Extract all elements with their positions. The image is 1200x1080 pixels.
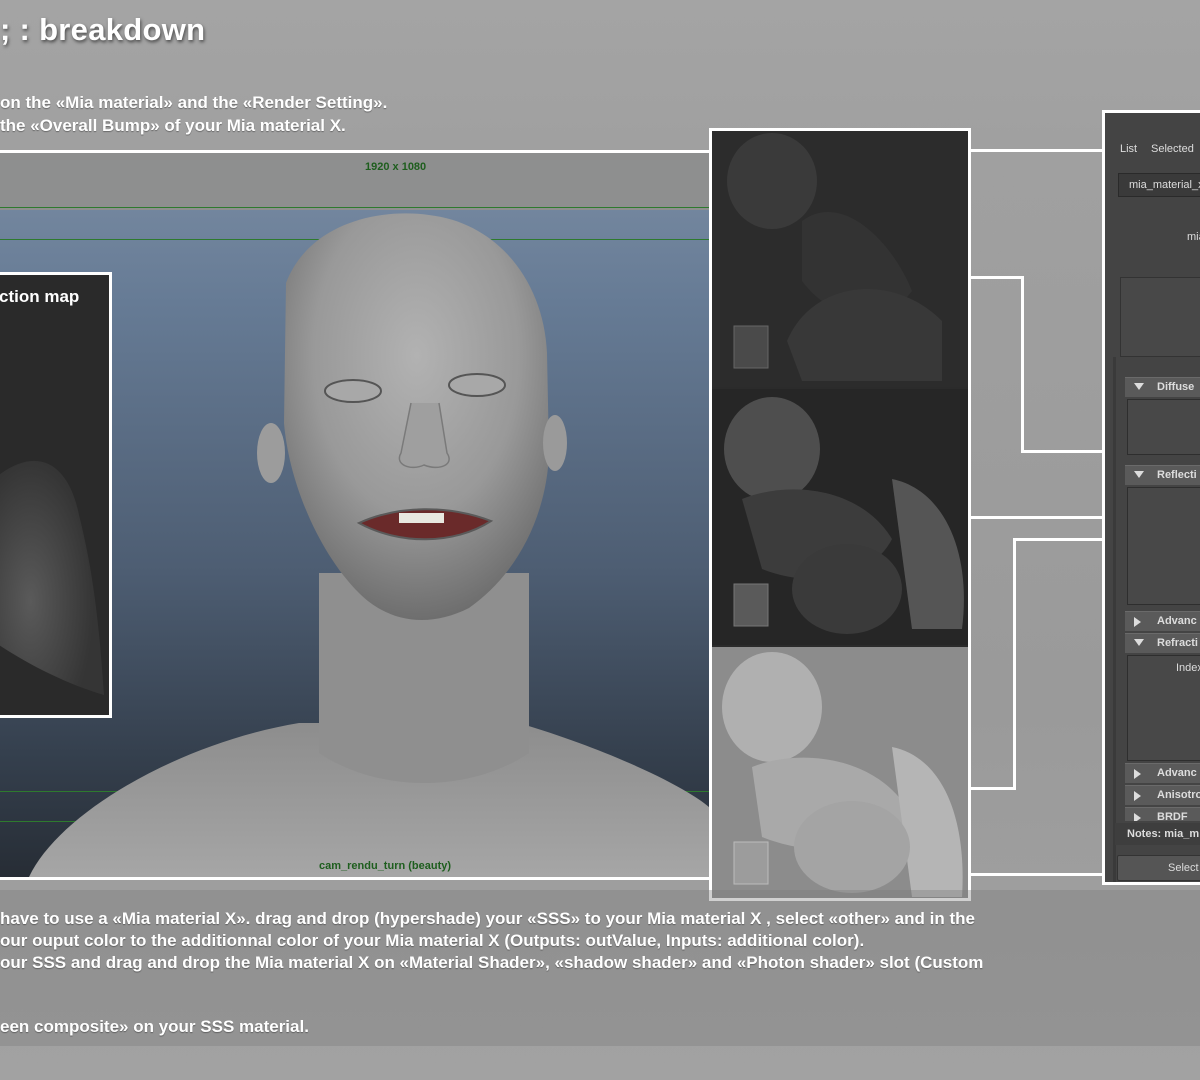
chevron-right-icon (1134, 769, 1141, 779)
scroll-track[interactable] (1113, 357, 1116, 882)
section-label: Diffuse (1157, 381, 1195, 393)
node-name-field[interactable]: mia_material_x (1118, 173, 1200, 197)
select-button[interactable]: Select (1117, 855, 1200, 881)
bottom-text-line-2: our ouput color to the additionnal color… (0, 931, 865, 950)
section-label: Advanc (1157, 615, 1197, 627)
swatch-area (1120, 277, 1200, 357)
notes-bar: Notes: mia_m (1115, 823, 1200, 845)
connector-line (1021, 276, 1024, 453)
reflection-map (712, 389, 968, 645)
bump-map (712, 647, 968, 898)
section-advanced[interactable]: Advanc (1125, 611, 1200, 631)
bottom-text-line-1: have to use a «Mia material X». drag and… (0, 909, 975, 928)
connector-line (971, 149, 1104, 152)
page-title: ; : breakdown (0, 12, 206, 47)
notes-label: Notes: mia_m (1127, 828, 1200, 840)
connector-line (971, 516, 1104, 519)
connector-line (971, 787, 1016, 790)
chevron-down-icon (1134, 383, 1144, 390)
camera-label: cam_rendu_turn (beauty) (319, 860, 452, 872)
chevron-right-icon (1134, 617, 1141, 627)
section-label: Anisotro (1157, 789, 1200, 801)
intro-line-1: on the «Mia material» and the «Render Se… (0, 93, 388, 112)
bottom-text-line-4: een composite» on your SSS material. (0, 1017, 309, 1036)
translucency-texture (0, 460, 104, 695)
section-content (1127, 399, 1200, 455)
section-label: BRDF (1157, 811, 1188, 821)
section-refraction[interactable]: Refracti (1125, 633, 1200, 653)
section-content: G (1127, 487, 1200, 605)
section-label: Reflecti (1157, 469, 1197, 481)
select-button-label: Select (1168, 862, 1199, 874)
translucency-map-panel: ction map (0, 272, 112, 718)
tab-selected[interactable]: Selected (1151, 143, 1194, 155)
connector-line (971, 276, 1024, 279)
section-anisotropy[interactable]: Anisotro (1125, 785, 1200, 805)
section-reflection[interactable]: Reflecti (1125, 465, 1200, 485)
tab-list[interactable]: List (1120, 143, 1137, 155)
connector-line (1021, 450, 1104, 453)
bottom-text-line-3: our SSS and drag and drop the Mia materi… (0, 953, 984, 972)
section-label: Advanc (1157, 767, 1197, 779)
intro-line-2: the «Overall Bump» of your Mia material … (0, 116, 346, 135)
chevron-down-icon (1134, 639, 1144, 646)
node-type-label: mia (1187, 231, 1200, 243)
chevron-right-icon (1134, 813, 1141, 821)
attribute-label: Index (1176, 662, 1200, 674)
chevron-right-icon (1134, 791, 1141, 801)
section-content: Index G (1127, 655, 1200, 761)
connector-line (971, 873, 1104, 876)
attribute-editor: List Selected mia_material_x mia Diffuse… (1102, 110, 1200, 885)
node-name-value: mia_material_x (1129, 179, 1200, 191)
texture-maps-panel (709, 128, 971, 901)
diffuse-map (712, 131, 968, 387)
section-advanced[interactable]: Advanc (1125, 763, 1200, 783)
section-brdf[interactable]: BRDF (1125, 807, 1200, 821)
connector-line (1013, 538, 1104, 541)
chevron-down-icon (1134, 471, 1144, 478)
section-diffuse[interactable]: Diffuse (1125, 377, 1200, 397)
connector-line (1013, 538, 1016, 790)
section-label: Refracti (1157, 637, 1198, 649)
